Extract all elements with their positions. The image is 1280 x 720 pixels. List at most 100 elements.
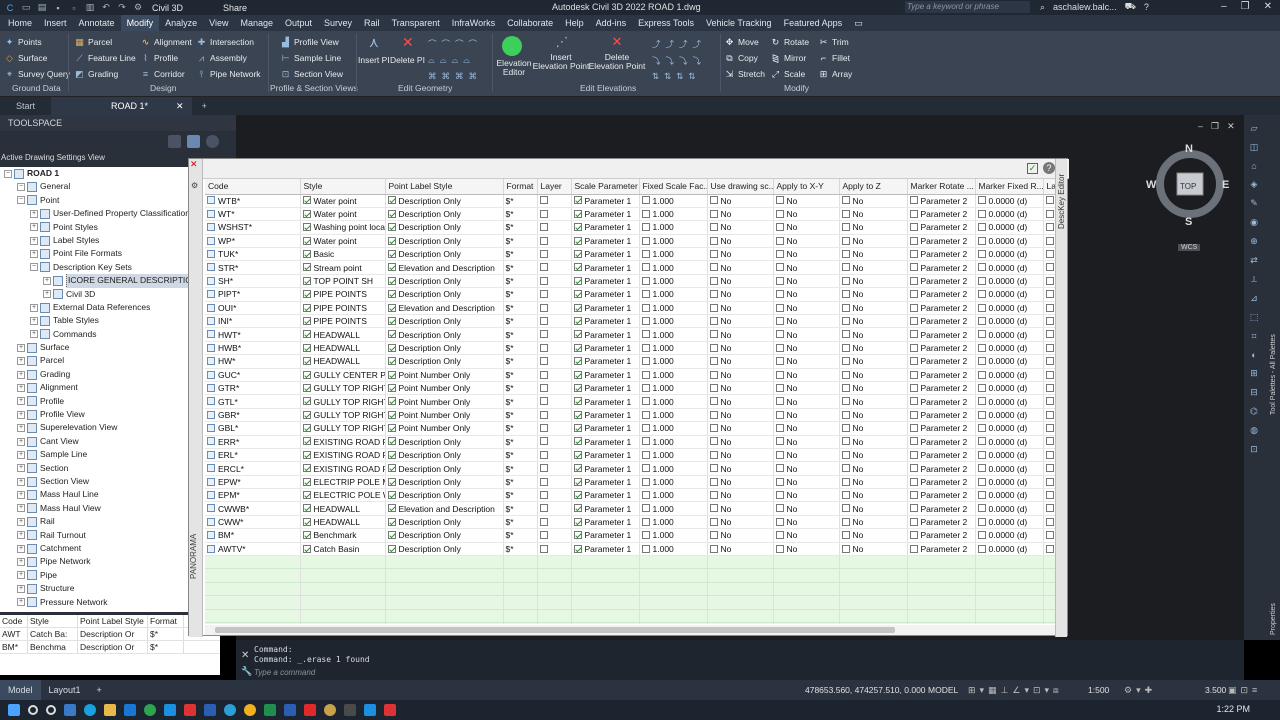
label-style-cell[interactable]: Description Only [385,327,504,342]
scale-parameter-cell[interactable]: Parameter 1 [571,301,640,316]
checkbox[interactable] [775,236,784,245]
checkbox[interactable] [775,330,784,339]
command-customize-icon[interactable]: 🔧 [241,666,252,677]
checkbox[interactable] [302,236,311,245]
checkbox[interactable] [775,437,784,446]
marker-fixed-cell[interactable]: 0.0000 (d) [975,368,1044,382]
checkbox[interactable] [841,223,850,232]
layer-override-cell[interactable] [1043,381,1055,396]
fixed-scale-cell[interactable]: 1.000 [639,475,708,490]
checkbox[interactable] [709,223,718,232]
use-drawing-scale-cell[interactable]: No [707,287,774,302]
checkbox[interactable] [387,491,396,500]
format-cell[interactable]: $* [503,501,538,516]
checkbox[interactable] [302,437,311,446]
format-cell[interactable]: $* [503,287,538,302]
tree-node[interactable]: + Profile View [0,408,188,421]
style-cell[interactable]: ELECTRIP POLE META [300,475,386,490]
checkbox[interactable] [387,330,396,339]
code-cell[interactable]: GBR* [205,408,301,423]
code-cell[interactable]: STR* [205,260,301,275]
view-cube[interactable]: N S E W TOP WCS [1146,142,1230,251]
layer-override-cell[interactable] [1043,475,1055,490]
style-cell[interactable]: GULLY CENTER POIN [300,368,386,382]
marker-rotate-cell[interactable]: Parameter 2 [907,515,976,530]
table-row[interactable]: BM* Benchmark Description Only $* Parameter … [205,528,1055,543]
checkbox[interactable] [909,209,918,218]
checkbox[interactable] [709,383,718,392]
use-drawing-scale-cell[interactable]: No [707,542,774,557]
checkbox[interactable] [1045,477,1054,486]
checkbox[interactable] [387,424,396,433]
checkbox[interactable] [539,276,548,285]
checkbox[interactable] [539,209,548,218]
table-row[interactable]: GBR* GULLY TOP RIGHT Point Number Only $* Pa… [205,408,1055,423]
checkbox[interactable] [977,450,986,459]
layer-override-cell[interactable] [1043,207,1055,222]
checkbox[interactable] [539,370,548,379]
scale-parameter-cell[interactable]: Parameter 1 [571,381,640,396]
checkbox[interactable] [909,263,918,272]
checkbox[interactable] [775,343,784,352]
profile-button[interactable]: ⌇ Profile [140,53,178,63]
checkbox[interactable] [841,196,850,205]
fixed-scale-cell[interactable]: 1.000 [639,394,708,409]
checkbox[interactable] [573,464,582,473]
checkbox[interactable] [775,450,784,459]
apply-xy-cell[interactable]: No [773,421,840,436]
scale-parameter-cell[interactable]: Parameter 1 [571,448,640,463]
checkbox[interactable] [1045,424,1054,433]
checkbox[interactable] [641,517,650,526]
label-style-cell[interactable]: Elevation and Description [385,260,504,275]
apply-xy-cell[interactable]: No [773,247,840,262]
checkbox[interactable] [539,250,548,258]
checkbox[interactable] [1045,370,1054,379]
layer-cell[interactable] [537,421,572,436]
word-icon[interactable] [204,704,216,716]
checkbox[interactable] [641,223,650,232]
table-row[interactable]: ERL* EXISTING ROAD RIGH Description Only $*… [205,448,1055,463]
format-cell[interactable]: $* [503,435,538,449]
style-cell[interactable]: HEADWALL [300,501,386,516]
scale-parameter-cell[interactable]: Parameter 1 [571,260,640,275]
marker-rotate-cell[interactable]: Parameter 2 [907,287,976,302]
style-cell[interactable]: Water point [300,207,386,222]
checkbox[interactable] [539,290,548,299]
style-cell[interactable]: GULLY TOP RIGHT [300,421,386,436]
app-icon[interactable] [324,704,336,716]
fixed-scale-cell[interactable]: 1.000 [639,354,708,369]
checkbox[interactable] [977,357,986,366]
elevation-editor-icon[interactable] [502,36,522,56]
checkbox[interactable] [302,357,311,366]
column-header[interactable]: Layer [537,179,572,195]
tree-node[interactable]: + Superelevation View [0,421,188,434]
scale-parameter-cell[interactable]: Parameter 1 [571,247,640,262]
checkbox[interactable] [841,290,850,299]
label-style-cell[interactable]: Point Number Only [385,368,504,382]
apply-z-cell[interactable]: No [839,461,908,476]
apply-z-cell[interactable]: No [839,354,908,369]
checkbox[interactable] [977,290,986,299]
undo-icon[interactable]: ↶ [100,2,112,13]
fixed-scale-cell[interactable]: 1.000 [639,381,708,396]
scale-parameter-cell[interactable]: Parameter 1 [571,475,640,490]
label-style-cell[interactable]: Description Only [385,435,504,449]
open-icon[interactable]: ▤ [36,2,48,13]
checkbox[interactable] [977,196,986,205]
style-cell[interactable]: Stream point [300,260,386,275]
apply-z-cell[interactable]: No [839,515,908,530]
file-explorer-icon[interactable] [104,704,116,716]
checkbox[interactable] [775,276,784,285]
table-row[interactable]: CWWB* HEADWALL Elevation and Description $*… [205,501,1055,516]
layer-override-cell[interactable] [1043,247,1055,262]
marker-fixed-cell[interactable]: 0.0000 (d) [975,461,1044,476]
use-drawing-scale-cell[interactable]: No [707,528,774,543]
fixed-scale-cell[interactable]: 1.000 [639,260,708,275]
scale-parameter-cell[interactable]: Parameter 1 [571,274,640,289]
checkbox[interactable] [1045,544,1054,553]
checkbox[interactable] [641,209,650,218]
checkbox[interactable] [977,477,986,486]
tree-node[interactable]: + Mass Haul Line [0,488,188,501]
menu-tab-rail[interactable]: Rail [358,15,386,31]
checkbox[interactable] [977,250,986,258]
